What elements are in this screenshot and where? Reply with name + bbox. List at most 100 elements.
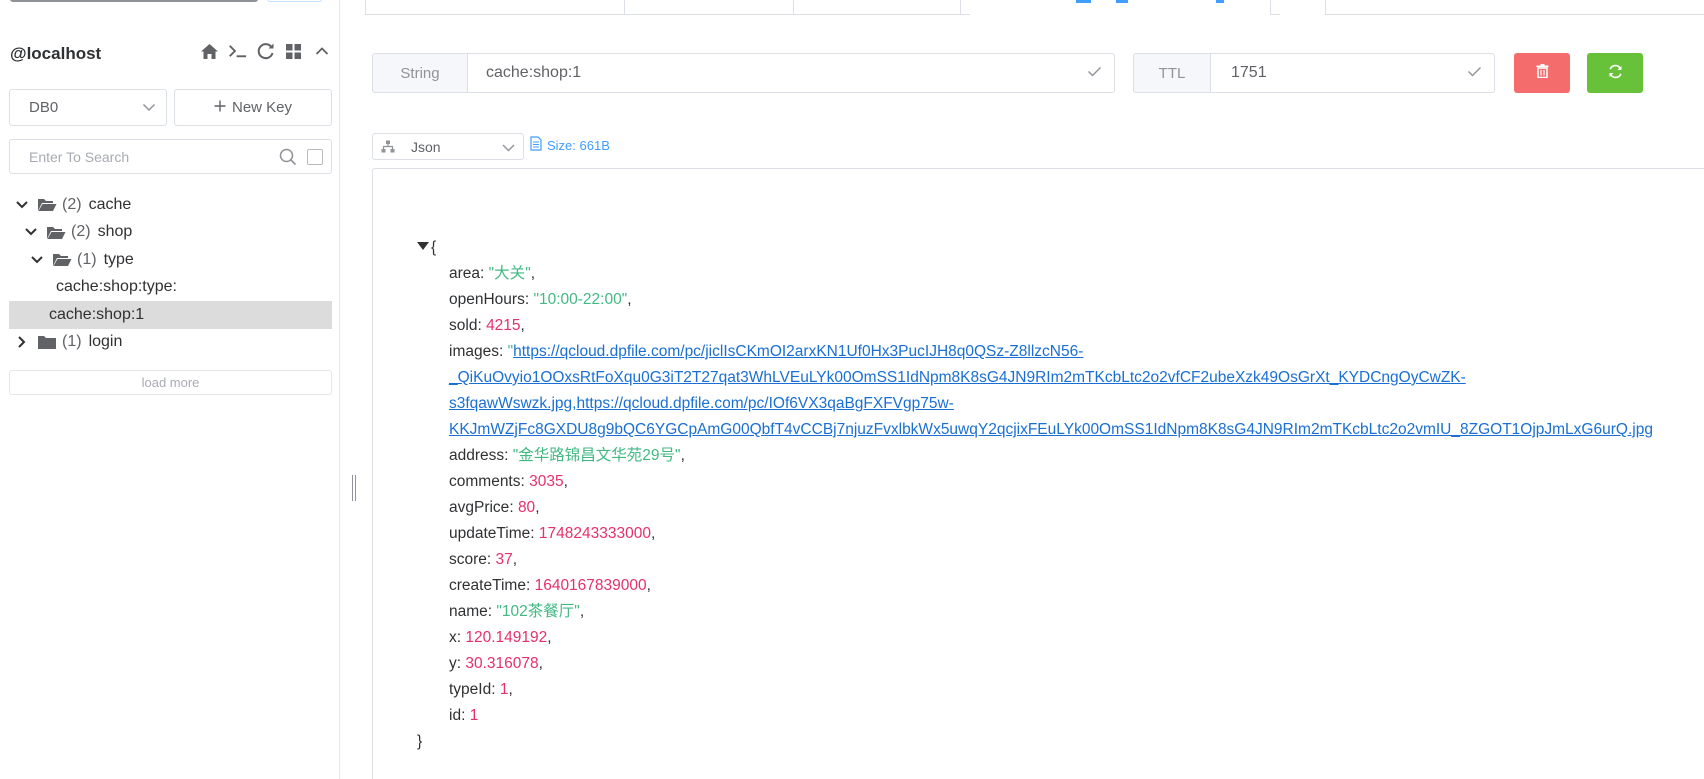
terminal-icon[interactable] bbox=[228, 41, 247, 61]
load-more-button[interactable]: load more bbox=[9, 370, 332, 395]
format-value: Json bbox=[411, 138, 441, 155]
exact-search-checkbox[interactable] bbox=[307, 148, 323, 165]
json-field-typeId: typeId: 1, bbox=[449, 681, 513, 698]
connection-name: @localhost bbox=[10, 44, 102, 63]
tree-count: (2) bbox=[71, 223, 91, 241]
home-icon[interactable] bbox=[200, 41, 219, 61]
tab-2[interactable] bbox=[624, 0, 794, 15]
folder-icon bbox=[37, 334, 57, 350]
tab-3[interactable] bbox=[793, 0, 961, 15]
ttl-value: 1751 bbox=[1231, 64, 1267, 81]
json-field-y: y: 30.316078, bbox=[449, 655, 543, 672]
tree-key-cache-shop-type[interactable]: cache:shop:type: bbox=[9, 274, 332, 302]
tree-folder-type[interactable]: (1) type bbox=[9, 246, 332, 274]
json-field-avgPrice: avgPrice: 80, bbox=[449, 499, 540, 516]
tree-label: cache:shop:type: bbox=[56, 278, 177, 296]
delete-key-button[interactable] bbox=[1514, 53, 1570, 93]
tree-count: (1) bbox=[77, 250, 97, 268]
image-link[interactable]: s3fqawWswzk.jpg,https://qcloud.dpfile.co… bbox=[449, 395, 954, 412]
check-icon[interactable] bbox=[1467, 64, 1482, 82]
connection-button-edge[interactable] bbox=[267, 0, 322, 2]
tree-folder-shop[interactable]: (2) shop bbox=[9, 219, 332, 247]
image-link[interactable]: KKJmWZjFc8GXDU8g9bQC6YGCpAmG00QbfT4vCCBj… bbox=[449, 421, 1653, 438]
json-viewer[interactable]: { area: "大关", openHours: "10:00-22:00", … bbox=[372, 168, 1704, 779]
json-field-id: id: 1 bbox=[449, 707, 479, 724]
key-name-input[interactable]: cache:shop:1 bbox=[467, 53, 1115, 93]
ttl-label: TTL bbox=[1133, 53, 1211, 93]
db-select-value: DB0 bbox=[29, 99, 59, 116]
json-field-x: x: 120.149192, bbox=[449, 629, 552, 646]
ttl-input[interactable]: 1751 bbox=[1210, 53, 1495, 93]
json-field-images-cont: _QiKuOvyio1OOxsRtFoXqu0G3iT2T27qat3WhLVE… bbox=[417, 365, 1653, 391]
folder-open-icon bbox=[37, 197, 57, 213]
tree-folder-login[interactable]: (1) login bbox=[9, 329, 332, 357]
search-input[interactable] bbox=[29, 148, 277, 165]
plus-icon bbox=[214, 99, 226, 116]
json-field-openHours: openHours: "10:00-22:00", bbox=[449, 291, 632, 308]
tab-1[interactable] bbox=[365, 0, 625, 15]
chevron-right-icon[interactable] bbox=[15, 335, 29, 349]
json-field-images-cont: KKJmWZjFc8GXDU8g9bQC6YGCpAmG00QbfT4vCCBj… bbox=[417, 417, 1653, 443]
format-select[interactable]: Json bbox=[372, 133, 524, 160]
json-field-score: score: 37, bbox=[449, 551, 518, 568]
connection-actions bbox=[200, 41, 331, 61]
check-icon[interactable] bbox=[1087, 64, 1102, 82]
refresh-key-button[interactable] bbox=[1587, 53, 1643, 93]
json-close: } bbox=[417, 733, 423, 750]
tree-count: (2) bbox=[62, 195, 82, 213]
active-tab-indicator bbox=[1076, 0, 1291, 3]
search-icon[interactable] bbox=[277, 146, 299, 168]
tab-bar bbox=[365, 0, 1704, 15]
tree-key-cache-shop-1[interactable]: cache:shop:1 bbox=[9, 301, 332, 329]
tree-label: cache bbox=[88, 195, 132, 213]
json-field-comments: comments: 3035, bbox=[449, 473, 568, 490]
sidebar: @localhost DB0 New Key Enter To Search (… bbox=[0, 0, 340, 779]
key-search-box bbox=[9, 139, 332, 174]
size-label: Size: 661B bbox=[547, 137, 610, 153]
tree-label: cache:shop:1 bbox=[49, 305, 145, 323]
folder-open-icon bbox=[52, 252, 72, 268]
tree-label: login bbox=[88, 333, 123, 351]
folder-open-icon bbox=[46, 224, 66, 240]
size-info: Size: 661B bbox=[530, 136, 610, 154]
new-key-button[interactable]: New Key bbox=[174, 89, 332, 126]
key-name-value: cache:shop:1 bbox=[486, 64, 582, 81]
image-link[interactable]: _QiKuOvyio1OOxsRtFoXqu0G3iT2T27qat3WhLVE… bbox=[449, 369, 1466, 386]
tree-structure-icon bbox=[381, 140, 395, 153]
json-field-createTime: createTime: 1640167839000, bbox=[449, 577, 651, 594]
trash-icon bbox=[1536, 64, 1549, 82]
tab-4[interactable] bbox=[960, 0, 970, 15]
json-field-images: images: "https://qcloud.dpfile.com/pc/ji… bbox=[449, 343, 1084, 360]
tree-count: (1) bbox=[62, 333, 82, 351]
tree-label: shop bbox=[97, 223, 133, 241]
refresh-icon bbox=[1608, 64, 1623, 83]
json-field-sold: sold: 4215, bbox=[449, 317, 525, 334]
json-open[interactable]: { bbox=[417, 235, 1653, 261]
key-type-label: String bbox=[372, 53, 468, 93]
json-field-area: area: "大关", bbox=[449, 265, 536, 282]
json-field-address: address: "金华路锦昌文华苑29号", bbox=[449, 447, 685, 464]
collapse-icon[interactable] bbox=[312, 41, 331, 61]
tab-6[interactable] bbox=[1325, 0, 1704, 15]
refresh-icon[interactable] bbox=[256, 41, 275, 61]
chevron-down-icon[interactable] bbox=[15, 198, 29, 212]
connection-tab-edge bbox=[10, 0, 258, 2]
json-field-name: name: "102茶餐厅", bbox=[449, 603, 585, 620]
json-field-images-cont: s3fqawWswzk.jpg,https://qcloud.dpfile.co… bbox=[417, 391, 1653, 417]
collapse-triangle-icon[interactable] bbox=[417, 242, 429, 250]
grid-icon[interactable] bbox=[284, 41, 303, 61]
tree-label: type bbox=[103, 250, 134, 268]
image-link[interactable]: https://qcloud.dpfile.com/pc/jiclIsCKmOI… bbox=[513, 343, 1083, 360]
document-icon bbox=[530, 136, 542, 154]
new-key-label: New Key bbox=[231, 99, 293, 116]
chevron-down-icon bbox=[502, 139, 515, 155]
db-select[interactable]: DB0 bbox=[9, 89, 167, 126]
json-field-updateTime: updateTime: 1748243333000, bbox=[449, 525, 656, 542]
json-tree: { area: "大关", openHours: "10:00-22:00", … bbox=[417, 235, 1653, 755]
chevron-down-icon[interactable] bbox=[24, 225, 38, 239]
chevron-down-icon[interactable] bbox=[30, 253, 44, 267]
sidebar-resize-handle[interactable] bbox=[352, 475, 356, 501]
chevron-down-icon bbox=[142, 99, 156, 116]
tree-folder-cache[interactable]: (2) cache bbox=[9, 191, 332, 219]
key-tree: (2) cache (2) shop (1) type cache:shop:t… bbox=[9, 191, 332, 356]
